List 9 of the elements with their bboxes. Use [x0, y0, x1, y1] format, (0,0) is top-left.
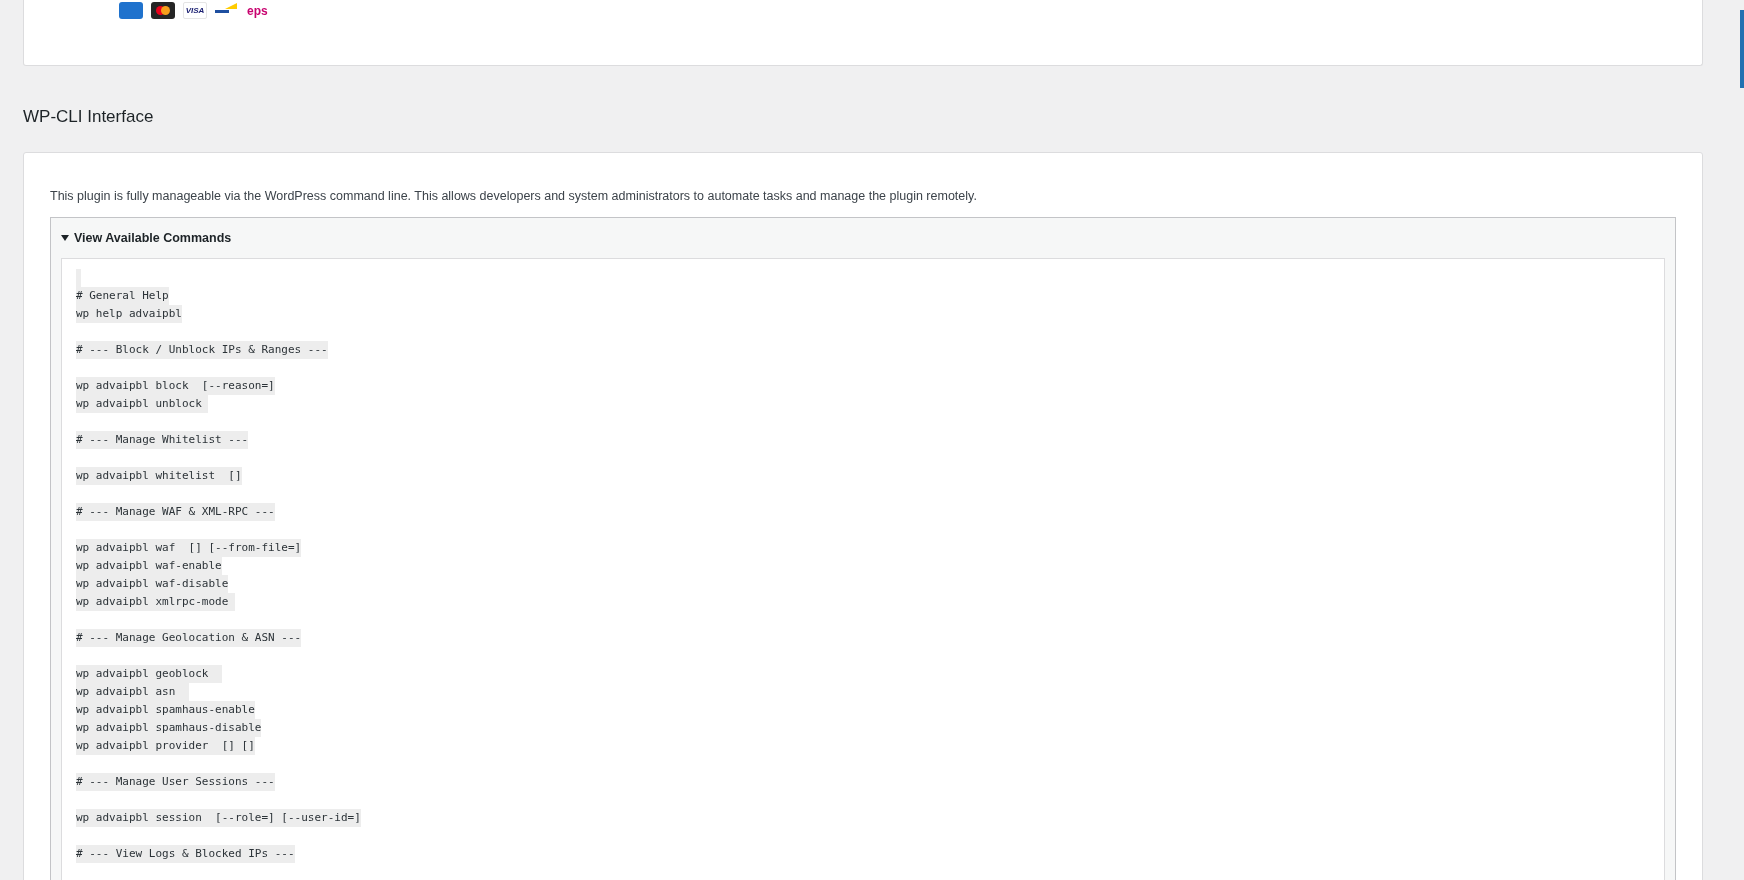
description-text: This plugin is fully manageable via the WordPress command line. This allows developers and system administrators to automate tasks and manage the plugin remotely. — [50, 187, 978, 205]
section-title: WP-CLI Interface — [23, 106, 155, 128]
card-logo-icon — [151, 2, 175, 19]
stripes-logo-icon — [215, 2, 239, 14]
card-logo-icon — [119, 2, 143, 19]
details-summary[interactable]: View Available Commands — [61, 218, 232, 259]
eps-logo: eps — [247, 2, 268, 19]
disclosure-triangle-icon — [61, 234, 69, 243]
card-logo: VISA — [183, 2, 207, 19]
